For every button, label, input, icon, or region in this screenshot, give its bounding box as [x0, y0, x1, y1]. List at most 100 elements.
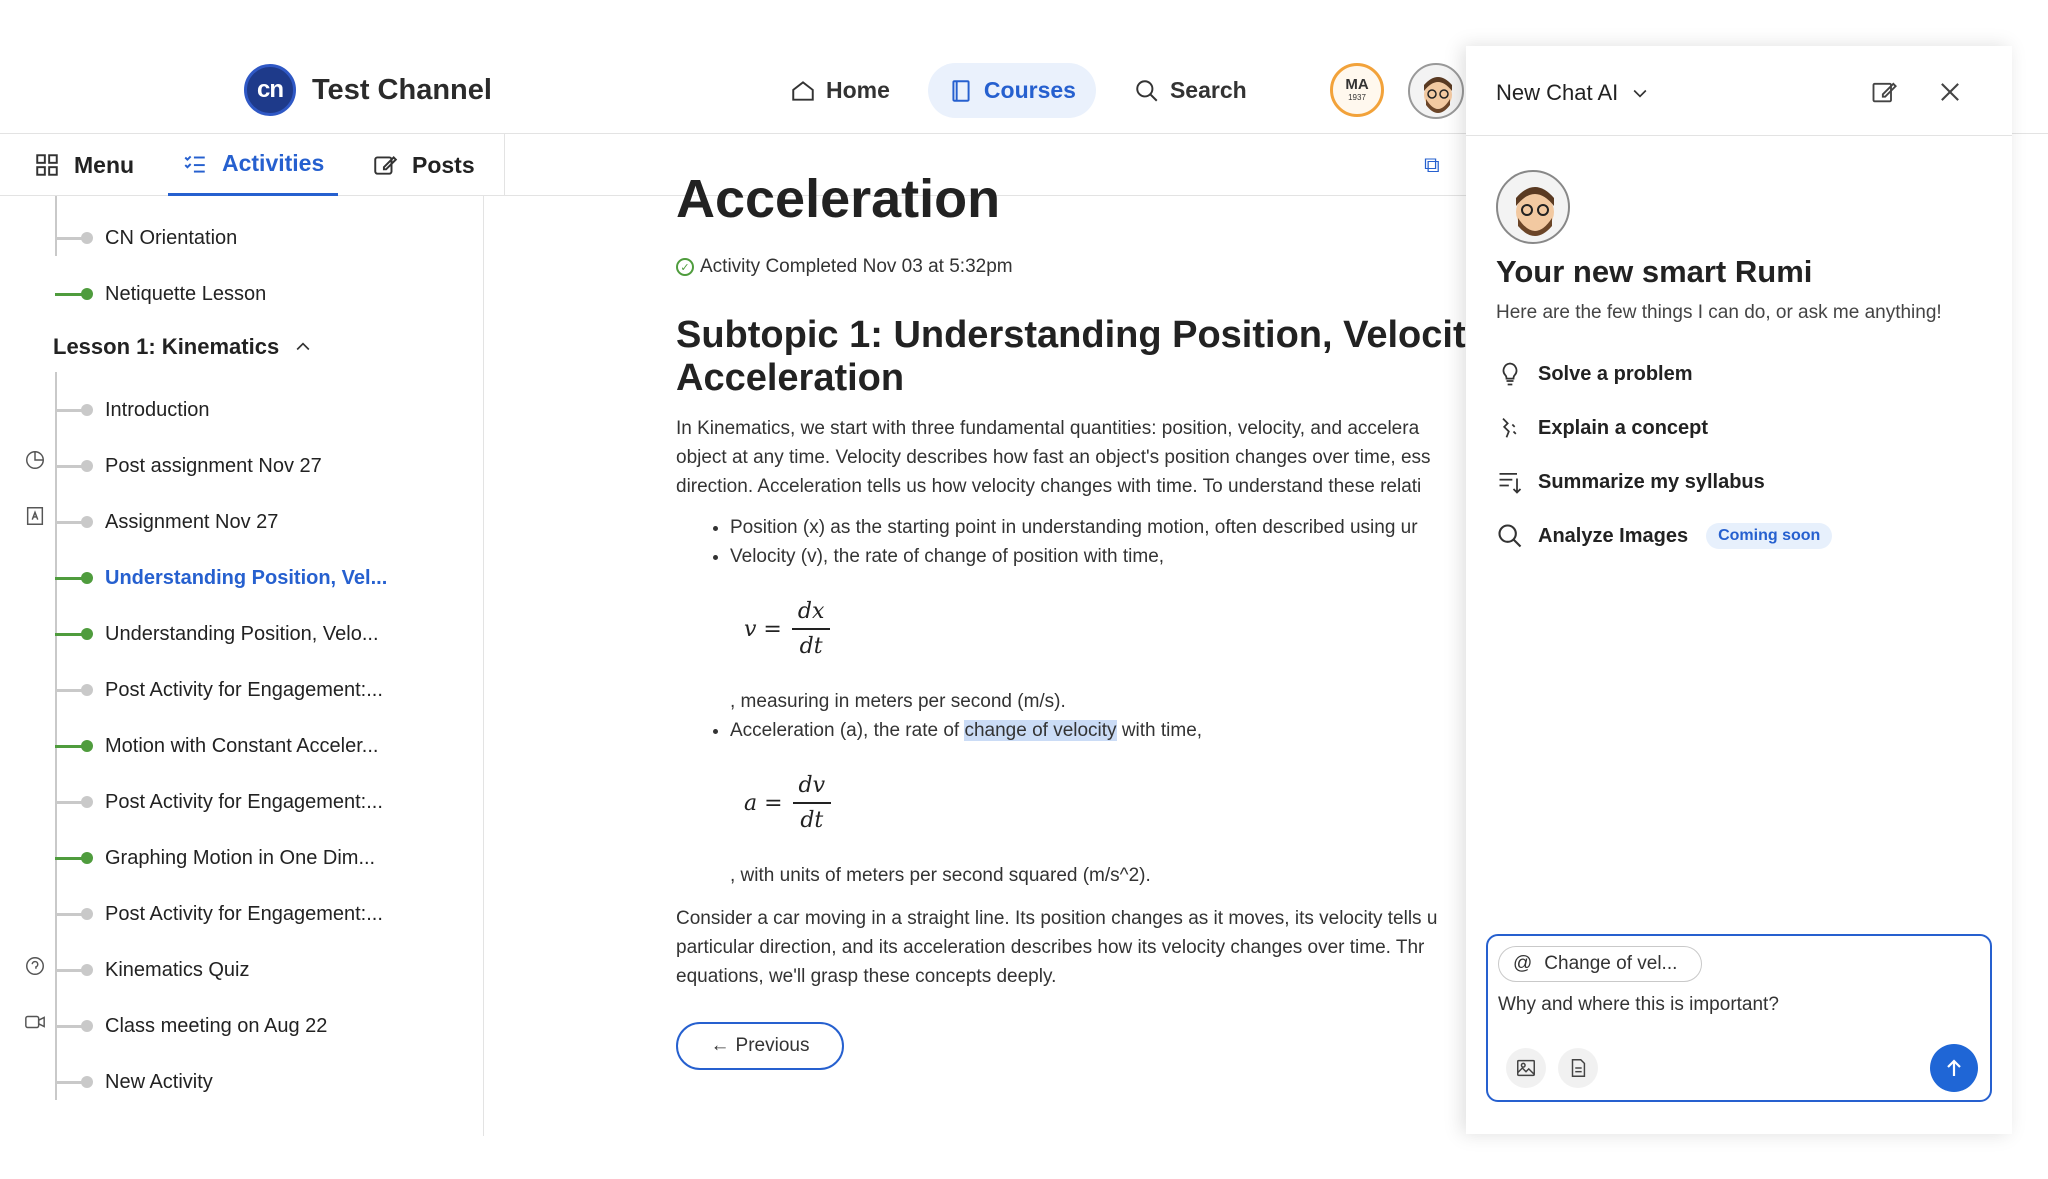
nav-home-label: Home — [826, 77, 890, 103]
tab-activities[interactable]: Activities — [168, 134, 339, 196]
main-nav: Home Courses Search — [770, 63, 1267, 118]
message-input[interactable]: Why and where this is important? — [1498, 994, 1779, 1016]
sidebar-item[interactable]: New Activity — [55, 1062, 213, 1102]
status-dot — [81, 460, 93, 472]
highlighted-text[interactable]: change of velocity — [964, 720, 1117, 741]
sidebar-item[interactable]: Understanding Position, Velo... — [55, 614, 379, 654]
ai-chat-panel: New Chat AI Your new smart Rumi Here are… — [1466, 46, 2012, 1134]
nav-home[interactable]: Home — [770, 63, 910, 118]
status-dot — [81, 1076, 93, 1088]
sidebar-item[interactable]: Motion with Constant Acceler... — [55, 726, 378, 766]
sidebar-item[interactable]: CN Orientation — [55, 218, 237, 258]
bullet-acceleration: Acceleration (a), the rate of change of … — [730, 716, 1466, 745]
brand-name: Test Channel — [312, 73, 492, 106]
document-icon — [1571, 1059, 1586, 1077]
context-chip[interactable]: @ Change of vel... — [1498, 946, 1703, 982]
channel-badge-avatar[interactable]: MA 1937 — [1330, 63, 1384, 117]
sidebar-item[interactable]: Kinematics Quiz — [55, 950, 250, 990]
tab-menu-label: Menu — [74, 151, 135, 178]
sidebar-item-label: Understanding Position, Vel... — [105, 566, 388, 589]
sidebar-item-label: Graphing Motion in One Dim... — [105, 846, 376, 869]
sidebar-item[interactable]: Post Activity for Engagement:... — [55, 782, 383, 822]
sidebar-item-label: Post Activity for Engagement:... — [105, 790, 383, 813]
send-button[interactable] — [1930, 1044, 1978, 1092]
bullet-velocity: Velocity (v), the rate of change of posi… — [730, 542, 1466, 571]
completion-text: Activity Completed Nov 03 at 5:32pm — [700, 256, 1013, 277]
sidebar-item-label: Understanding Position, Velo... — [105, 622, 379, 645]
home-icon — [792, 80, 814, 101]
checklist-icon — [184, 155, 205, 173]
previous-button[interactable]: ← Previous — [676, 1022, 844, 1070]
nav-search[interactable]: Search — [1114, 63, 1267, 118]
status-dot — [81, 964, 93, 976]
chevron-down-icon — [1633, 89, 1647, 98]
user-avatar[interactable] — [1408, 63, 1464, 119]
lesson-title: Lesson 1: Kinematics — [53, 334, 280, 359]
attach-file-button[interactable] — [1558, 1048, 1598, 1088]
lesson-content: Acceleration ✓ Activity Completed Nov 03… — [676, 170, 1466, 1130]
chat-composer[interactable]: @ Change of vel... Why and where this is… — [1486, 934, 1992, 1102]
status-dot — [81, 1020, 93, 1032]
status-dot — [81, 796, 93, 808]
lesson-header[interactable]: Lesson 1: Kinematics — [53, 334, 313, 360]
chat-title: New Chat AI — [1496, 80, 1619, 105]
status-dot — [81, 852, 93, 864]
sidebar-item-label: Post Activity for Engagement:... — [105, 678, 383, 701]
attach-image-button[interactable] — [1506, 1048, 1546, 1088]
tab-posts[interactable]: Posts — [372, 134, 475, 196]
chevron-up-icon — [296, 342, 310, 351]
intro-paragraph: In Kinematics, we start with three funda… — [676, 418, 1431, 497]
arrow-left-icon: ← — [710, 1035, 730, 1056]
sidebar-item[interactable]: Netiquette Lesson — [55, 274, 266, 314]
suggestion-summarize[interactable]: Summarize my syllabus — [1496, 468, 1765, 496]
suggestion-solve[interactable]: Solve a problem — [1496, 360, 1693, 388]
sidebar-item-label: Introduction — [105, 398, 210, 421]
subtopic-heading: Subtopic 1: Understanding Position, Velo… — [676, 314, 1466, 399]
sidebar-item[interactable]: Assignment Nov 27 — [55, 502, 278, 542]
brand[interactable]: cn Test Channel — [244, 64, 492, 116]
nav-courses-label: Courses — [983, 77, 1076, 103]
status-dot — [81, 684, 93, 696]
suggestion-analyze-images[interactable]: Analyze Images Coming soon — [1496, 522, 1833, 550]
bot-title: Your new smart Rumi — [1496, 254, 1813, 289]
badge-initials: MA — [1345, 76, 1369, 94]
quiz-icon — [26, 957, 44, 975]
tab-menu[interactable]: Menu — [34, 134, 134, 196]
bot-avatar — [1496, 170, 1570, 244]
book-icon — [952, 79, 970, 102]
chat-title-dropdown[interactable]: New Chat AI — [1496, 80, 1650, 106]
previous-label: Previous — [735, 1035, 810, 1056]
subtabs-divider — [504, 134, 505, 196]
close-icon[interactable] — [1936, 78, 1964, 106]
sidebar-item[interactable]: Understanding Position, Vel... — [55, 558, 387, 598]
assignment-icon — [26, 507, 44, 525]
formula-acceleration: a = dv dt , with units of meters per seco… — [730, 773, 1151, 886]
sidebar-item[interactable]: Introduction — [55, 390, 210, 430]
video-icon — [25, 1015, 45, 1029]
status-dot — [81, 572, 93, 584]
sidebar-item[interactable]: Class meeting on Aug 22 — [55, 1006, 327, 1046]
sidebar-item-label: Post assignment Nov 27 — [105, 454, 322, 477]
at-icon: @ — [1513, 953, 1533, 974]
new-chat-icon[interactable] — [1870, 78, 1898, 106]
concept-list: Position (x) as the starting point in un… — [730, 513, 1466, 890]
nav-courses[interactable]: Courses — [927, 63, 1096, 118]
sidebar-item[interactable]: Post Activity for Engagement:... — [55, 894, 383, 934]
pie-icon — [26, 451, 44, 469]
check-circle-icon: ✓ — [676, 258, 694, 276]
sidebar-item-label: Motion with Constant Acceler... — [105, 734, 379, 757]
summarize-icon — [1499, 472, 1522, 494]
activities-sidebar: CN Orientation Netiquette Lesson Lesson … — [0, 196, 484, 1136]
sidebar-item[interactable]: Post assignment Nov 27 — [55, 446, 322, 486]
outro-paragraph: Consider a car moving in a straight line… — [676, 908, 1438, 987]
status-dot — [81, 740, 93, 752]
sidebar-item[interactable]: Graphing Motion in One Dim... — [55, 838, 375, 878]
status-dot — [81, 908, 93, 920]
suggestion-explain[interactable]: Explain a concept — [1496, 414, 1708, 442]
formula-velocity: v = dx dt , measuring in meters per secon… — [730, 599, 1066, 712]
context-chip-label: Change of vel... — [1544, 953, 1678, 974]
sidebar-item[interactable]: Post Activity for Engagement:... — [55, 670, 383, 710]
edit-icon — [374, 156, 398, 175]
sidebar-item-label: Post Activity for Engagement:... — [105, 902, 383, 925]
bot-subtitle: Here are the few things I can do, or ask… — [1496, 302, 1942, 323]
